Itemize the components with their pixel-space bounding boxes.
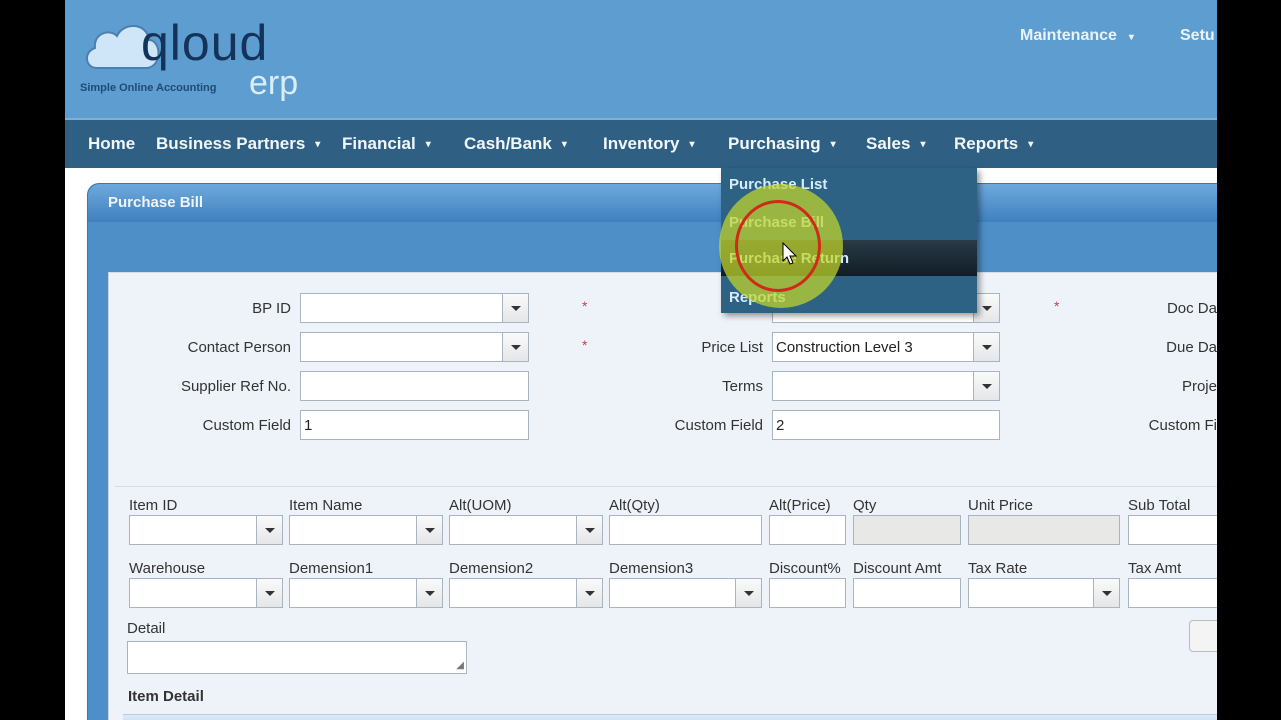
required-mark: * [1054, 298, 1060, 314]
detail-label: Detail [127, 620, 166, 637]
demension3-select[interactable] [609, 578, 762, 608]
tax-amt-input[interactable] [1128, 578, 1217, 608]
logo-suffix: erp [249, 64, 299, 102]
chevron-down-icon: ▾ [561, 139, 567, 151]
chevron-down-icon[interactable] [416, 516, 442, 544]
header: qloud Simple Online Accounting erp Maint… [65, 0, 1217, 118]
maintenance-menu[interactable]: Maintenance ▾ [1020, 27, 1134, 45]
nav-inventory[interactable]: Inventory ▾ [603, 134, 695, 154]
divider [115, 486, 1217, 487]
alt-price-input[interactable] [769, 515, 846, 545]
bp-id-label: BP ID [252, 300, 291, 317]
resize-grip-icon[interactable]: ◢ [456, 660, 464, 671]
chevron-down-icon: ▾ [920, 139, 926, 151]
nav-cash-bank[interactable]: Cash/Bank ▾ [464, 134, 567, 154]
alt-uom-select[interactable] [449, 515, 603, 545]
tax-amt-label: Tax Amt [1128, 560, 1182, 577]
chevron-down-icon[interactable] [576, 516, 602, 544]
supplier-ref-label: Supplier Ref No. [180, 378, 291, 395]
alt-qty-input[interactable] [609, 515, 762, 545]
qty-label: Qty [853, 497, 877, 514]
discount-label: Discount% [769, 560, 841, 577]
unit-price-input [968, 515, 1120, 545]
chevron-down-icon[interactable] [256, 579, 282, 607]
discount-input[interactable] [769, 578, 846, 608]
price-list-select[interactable]: Construction Level 3 [772, 332, 1000, 362]
custom-field-2-label: Custom Field [674, 417, 763, 434]
chevron-down-icon: ▾ [689, 139, 695, 151]
setup-menu[interactable]: Setu [1180, 27, 1215, 45]
item-id-label: Item ID [129, 497, 178, 514]
price-list-label: Price List [701, 339, 763, 356]
due-date-label: Due Da [1166, 339, 1217, 356]
terms-select[interactable] [772, 371, 1000, 401]
nav-business-partners[interactable]: Business Partners ▾ [156, 134, 320, 154]
chevron-down-icon: ▾ [315, 139, 321, 151]
tax-rate-select[interactable] [968, 578, 1120, 608]
tax-rate-label: Tax Rate [968, 560, 1028, 577]
alt-price-label: Alt(Price) [769, 497, 831, 514]
warehouse-label: Warehouse [129, 560, 206, 577]
chevron-down-icon: ▾ [425, 139, 431, 151]
warehouse-select[interactable] [129, 578, 283, 608]
nav-sales[interactable]: Sales ▾ [866, 134, 925, 154]
contact-person-select[interactable] [300, 332, 529, 362]
demension3-label: Demension3 [609, 560, 694, 577]
custom-field-1-input[interactable]: 1 [300, 410, 529, 440]
app-window: qloud Simple Online Accounting erp Maint… [65, 0, 1217, 720]
custom-field-3-label: Custom Fi [1148, 417, 1217, 434]
bp-id-select[interactable] [300, 293, 529, 323]
main-nav: Home Business Partners ▾ Financial ▾ Cash/… [65, 118, 1217, 168]
chevron-down-icon[interactable] [576, 579, 602, 607]
demension1-label: Demension1 [289, 560, 374, 577]
chevron-down-icon[interactable] [973, 372, 999, 400]
item-id-select[interactable] [129, 515, 283, 545]
sub-total-input[interactable] [1128, 515, 1217, 545]
alt-qty-label: Alt(Qty) [609, 497, 660, 514]
doc-date-label: Doc Da [1166, 300, 1217, 317]
chevron-down-icon[interactable] [1093, 579, 1119, 607]
discount-amt-label: Discount Amt [853, 560, 942, 577]
panel-title: Purchase Bill [88, 184, 1217, 222]
chevron-down-icon[interactable] [256, 516, 282, 544]
item-name-label: Item Name [289, 497, 363, 514]
alt-uom-label: Alt(UOM) [449, 497, 512, 514]
click-ring [735, 200, 821, 292]
contact-person-label: Contact Person [187, 339, 291, 356]
chevron-down-icon[interactable] [502, 294, 528, 322]
add-item-button[interactable] [1189, 620, 1217, 652]
terms-label: Terms [722, 378, 763, 395]
unit-price-label: Unit Price [968, 497, 1034, 514]
chevron-down-icon: ▾ [1028, 139, 1034, 151]
item-name-select[interactable] [289, 515, 443, 545]
chevron-down-icon: ▾ [830, 139, 836, 151]
item-detail-table-header [123, 714, 1217, 720]
custom-field-2-input[interactable]: 2 [772, 410, 1000, 440]
chevron-down-icon[interactable] [973, 333, 999, 361]
detail-textarea[interactable]: ◢ [127, 641, 467, 674]
nav-purchasing[interactable]: Purchasing ▾ [728, 134, 836, 154]
chevron-down-icon[interactable] [735, 579, 761, 607]
required-mark: * [582, 298, 588, 314]
chevron-down-icon[interactable] [502, 333, 528, 361]
required-mark: * [582, 337, 588, 353]
chevron-down-icon[interactable] [416, 579, 442, 607]
demension1-select[interactable] [289, 578, 443, 608]
discount-amt-input[interactable] [853, 578, 961, 608]
supplier-ref-input[interactable] [300, 371, 529, 401]
project-label: Proje [1181, 378, 1217, 395]
custom-field-1-label: Custom Field [202, 417, 291, 434]
nav-home[interactable]: Home [88, 134, 135, 154]
qty-input [853, 515, 961, 545]
demension2-label: Demension2 [449, 560, 534, 577]
mouse-cursor-icon [782, 242, 798, 265]
sub-total-label: Sub Total [1128, 497, 1191, 514]
demension2-select[interactable] [449, 578, 603, 608]
logo-tagline: Simple Online Accounting [80, 82, 217, 94]
item-detail-heading: Item Detail [128, 688, 204, 705]
nav-reports[interactable]: Reports ▾ [954, 134, 1033, 154]
nav-financial[interactable]: Financial ▾ [342, 134, 431, 154]
